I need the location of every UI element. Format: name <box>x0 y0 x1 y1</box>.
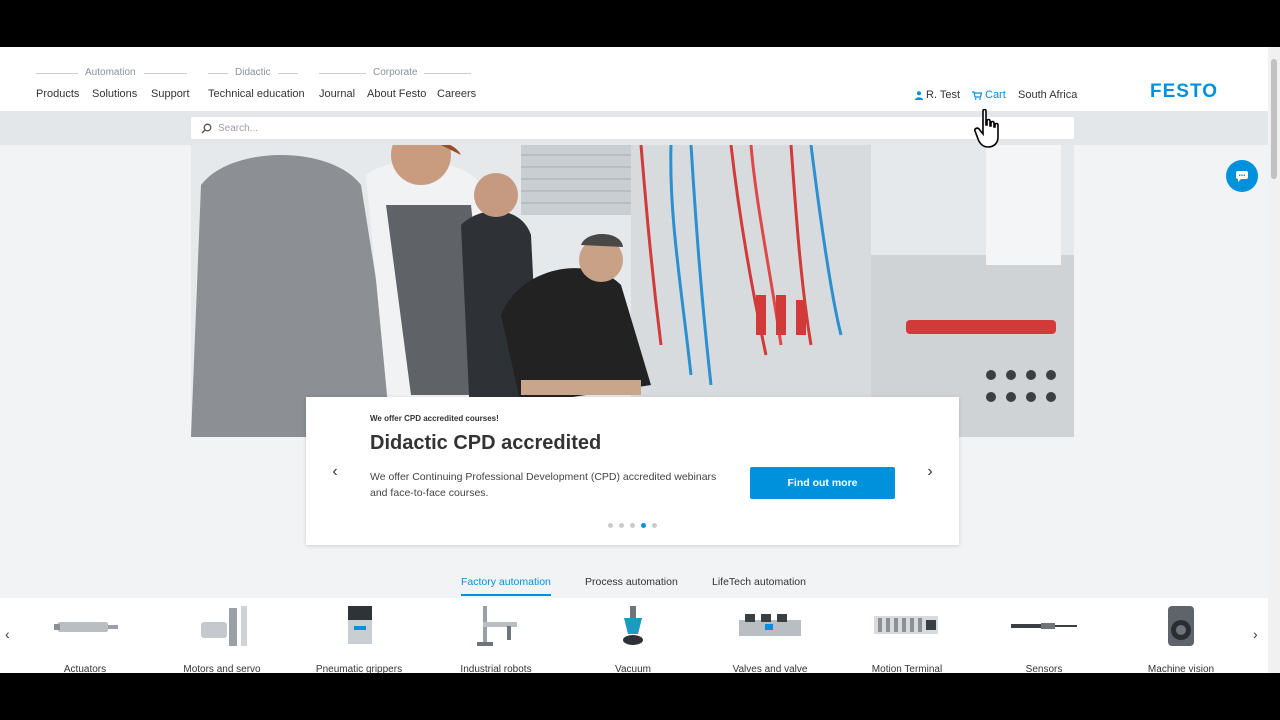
hand-cursor-icon <box>974 109 999 148</box>
chevron-right-icon: › <box>927 463 933 480</box>
product-category-item[interactable]: Actuators <box>20 604 150 673</box>
product-label: Pneumatic grippers <box>315 664 403 673</box>
nav-link-about-festo[interactable]: About Festo <box>367 88 426 100</box>
actuator-icon <box>54 622 118 632</box>
tab-process-automation[interactable]: Process automation <box>585 576 678 594</box>
motion-terminal-icon <box>874 616 938 634</box>
site-header: Automation Products Solutions Support Di… <box>0 47 1268 111</box>
carousel-next-button[interactable]: › <box>923 462 937 482</box>
product-category-item[interactable]: Sensors <box>979 604 1109 673</box>
user-account-link[interactable]: R. Test <box>915 89 960 101</box>
machine-vision-icon <box>1168 606 1194 646</box>
industrial-robot-icon <box>477 606 517 646</box>
search-input[interactable] <box>218 122 818 134</box>
teaser-title: Didactic CPD accredited <box>370 432 602 454</box>
sensor-icon <box>1011 623 1077 629</box>
automation-tabs: Factory automation Process automation Li… <box>0 572 1268 600</box>
divider <box>36 73 78 74</box>
product-label: Actuators <box>63 664 107 673</box>
chat-icon <box>1236 171 1248 182</box>
divider <box>319 73 366 74</box>
chevron-left-icon: ‹ <box>332 463 338 480</box>
nav-link-solutions[interactable]: Solutions <box>92 88 137 100</box>
user-icon <box>915 90 923 100</box>
product-category-item[interactable]: Pneumatic grippers <box>294 604 424 673</box>
carousel-prev-button[interactable]: ‹ <box>328 462 342 482</box>
hero-teaser-card: We offer CPD accredited courses! Didacti… <box>306 397 959 545</box>
group-label-didactic: Didactic <box>235 67 271 78</box>
product-category-item[interactable]: Motion Terminal <box>842 604 972 673</box>
nav-link-careers[interactable]: Careers <box>437 88 476 100</box>
product-category-item[interactable]: Vacuum <box>568 604 698 673</box>
product-label: Machine vision <box>1147 664 1215 673</box>
carousel-dot[interactable] <box>608 523 613 528</box>
search-icon <box>201 123 212 133</box>
cart-link[interactable]: Cart <box>972 89 1006 101</box>
chevron-right-icon: › <box>1253 626 1258 642</box>
teaser-text: We offer Continuing Professional Develop… <box>370 471 717 499</box>
scrollbar-thumb[interactable] <box>1271 59 1277 179</box>
teaser-kicker: We offer CPD accredited courses! <box>370 414 499 423</box>
user-name: R. Test <box>926 89 961 101</box>
divider <box>278 73 298 74</box>
product-label: Industrial robots <box>460 664 532 673</box>
valve-terminal-icon <box>739 614 801 636</box>
search-band <box>0 111 1268 145</box>
carousel-dot[interactable] <box>619 523 624 528</box>
browser-viewport: Automation Products Solutions Support Di… <box>0 47 1280 673</box>
product-category-item[interactable]: Valves and valve <box>705 604 835 673</box>
tab-factory-automation[interactable]: Factory automation <box>461 576 551 596</box>
product-category-item[interactable]: Motors and servo <box>157 604 287 673</box>
product-category-item[interactable]: Machine vision <box>1116 604 1246 673</box>
motor-servo-icon <box>201 606 247 646</box>
product-category-item[interactable]: Industrial robots <box>431 604 561 673</box>
region-selector[interactable]: South Africa <box>1018 89 1077 101</box>
product-label: Valves and valve <box>732 664 808 673</box>
nav-link-support[interactable]: Support <box>151 88 190 100</box>
search-box[interactable] <box>191 117 1074 139</box>
group-label-corporate: Corporate <box>373 67 418 78</box>
divider <box>208 73 228 74</box>
product-label: Vacuum <box>615 664 651 673</box>
nav-link-technical-education[interactable]: Technical education <box>208 88 305 100</box>
nav-link-journal[interactable]: Journal <box>319 88 355 100</box>
product-label: Motion Terminal <box>871 664 943 673</box>
group-label-automation: Automation <box>85 67 136 78</box>
gripper-icon <box>348 606 372 644</box>
carousel-dot-active[interactable] <box>641 523 646 528</box>
chat-button[interactable] <box>1226 160 1258 192</box>
find-out-more-button[interactable]: Find out more <box>750 467 895 499</box>
divider <box>144 73 187 74</box>
nav-link-products[interactable]: Products <box>36 88 79 100</box>
carousel-dots <box>608 523 657 528</box>
product-label: Sensors <box>1025 664 1063 673</box>
divider <box>424 73 471 74</box>
products-next-button[interactable]: › <box>1253 626 1258 642</box>
carousel-dot[interactable] <box>630 523 635 528</box>
product-categories: ‹ Actuators Motors and servo Pneumatic g… <box>0 598 1268 673</box>
tab-lifetech-automation[interactable]: LifeTech automation <box>712 576 806 594</box>
carousel-dot[interactable] <box>652 523 657 528</box>
products-prev-button[interactable]: ‹ <box>5 626 10 642</box>
chevron-left-icon: ‹ <box>5 626 10 642</box>
product-label: Motors and servo <box>183 664 261 673</box>
hero-image <box>191 145 1074 437</box>
cart-icon <box>972 90 982 100</box>
festo-logo[interactable]: FESTO <box>1150 81 1218 103</box>
vacuum-icon <box>623 606 643 645</box>
page-scrollbar[interactable] <box>1268 47 1280 673</box>
cart-label: Cart <box>985 89 1006 101</box>
hero-photo <box>191 145 1074 437</box>
